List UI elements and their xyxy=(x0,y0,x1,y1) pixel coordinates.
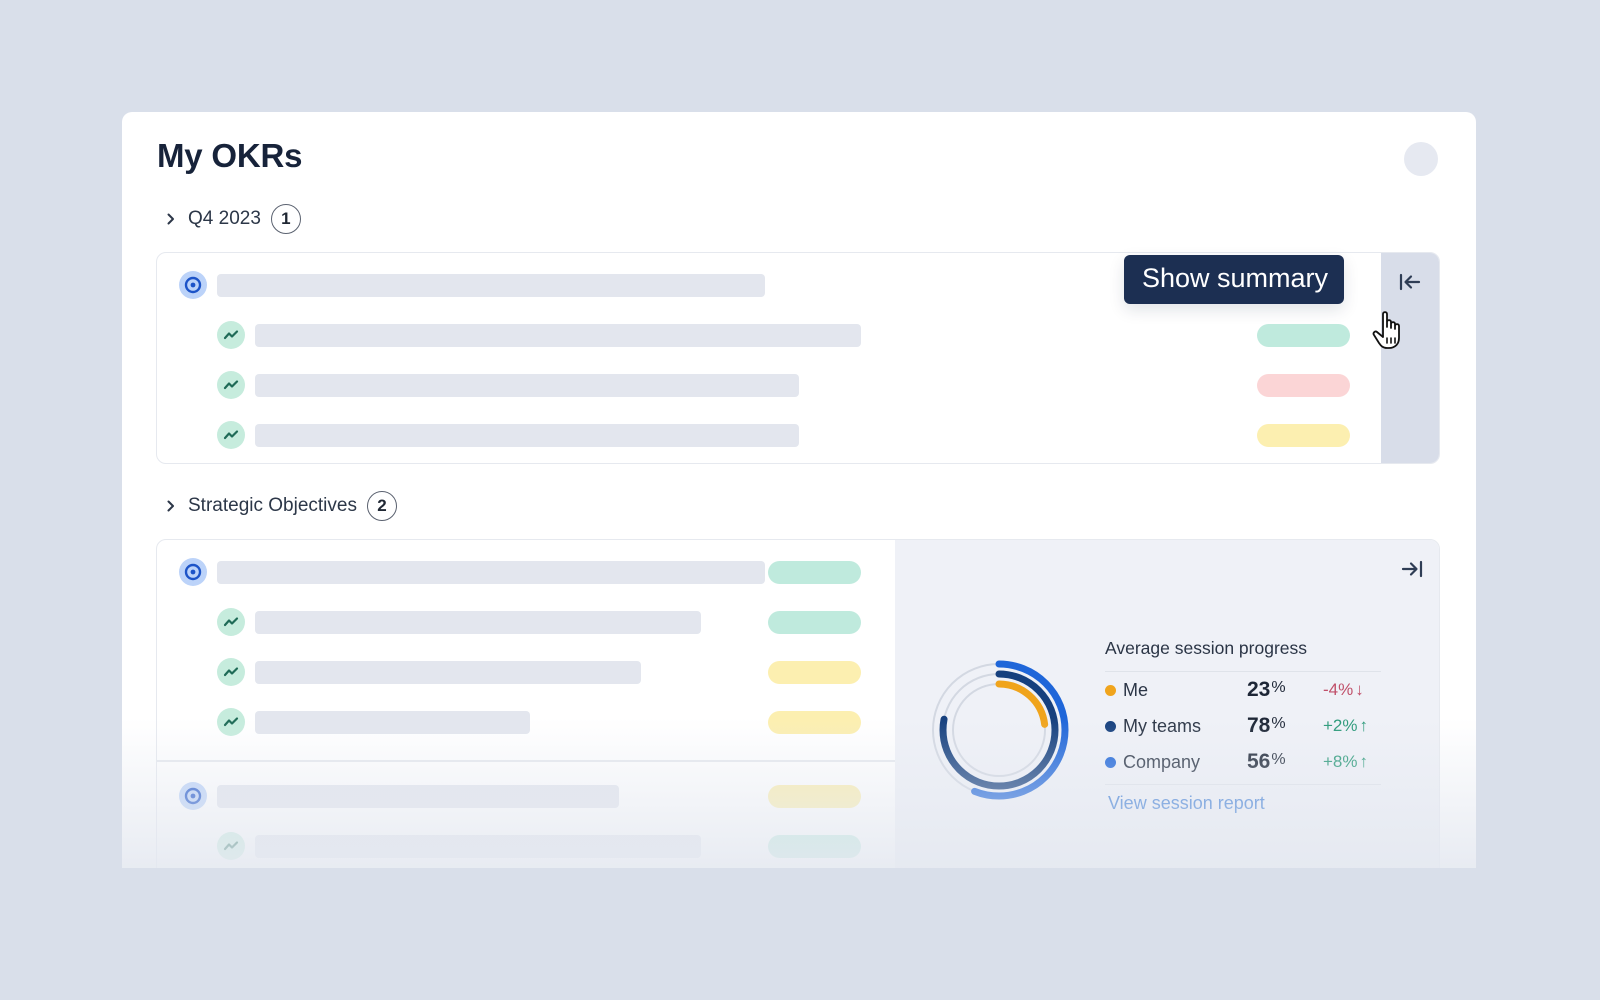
show-summary-button[interactable] xyxy=(1395,267,1425,297)
trend-icon xyxy=(217,658,245,686)
stat-delta: +2% ↑ xyxy=(1323,716,1369,735)
stat-row-me: Me 23% -4% ↓ xyxy=(1105,672,1381,708)
trend-icon xyxy=(217,832,245,860)
status-pill-at-risk xyxy=(768,711,861,734)
stat-row-company: Company 56% +8% ↑ xyxy=(1105,744,1381,780)
objective-title-placeholder xyxy=(217,274,765,297)
group-name: Q4 2023 xyxy=(188,208,261,229)
stat-label: My teams xyxy=(1123,715,1202,736)
summary-title: Average session progress xyxy=(1105,638,1381,672)
key-result-title-placeholder xyxy=(255,611,701,634)
count-badge: 1 xyxy=(270,204,301,234)
key-result-title-placeholder xyxy=(255,661,641,684)
progress-donut-chart xyxy=(929,660,1069,800)
trend-icon xyxy=(217,708,245,736)
arrow-up-icon: ↑ xyxy=(1359,752,1369,771)
key-result-title-placeholder xyxy=(255,835,701,858)
objective-title-placeholder xyxy=(217,561,765,584)
stat-row-my-teams: My teams 78% +2% ↑ xyxy=(1105,708,1381,744)
group-name: Strategic Objectives xyxy=(188,495,357,516)
key-result-row[interactable] xyxy=(157,319,1439,349)
arrow-left-to-bar-icon xyxy=(1399,273,1421,291)
legend-dot xyxy=(1105,756,1116,768)
stat-delta: -4% ↓ xyxy=(1323,680,1364,699)
hide-summary-button[interactable] xyxy=(1397,554,1427,584)
avatar[interactable] xyxy=(1404,142,1438,176)
status-pill-at-risk xyxy=(1257,424,1350,447)
status-pill-on-track xyxy=(768,835,861,858)
chevron-right-icon xyxy=(167,213,174,225)
key-result-title-placeholder xyxy=(255,374,799,397)
group-header-strategic-objectives[interactable]: Strategic Objectives 2 xyxy=(164,491,397,521)
target-icon xyxy=(179,782,207,810)
count-badge: 2 xyxy=(366,491,397,521)
chevron-right-icon xyxy=(167,500,174,512)
status-pill-off-track xyxy=(1257,374,1350,397)
stat-delta: +8% ↑ xyxy=(1323,752,1369,771)
group-header-q4-2023[interactable]: Q4 2023 1 xyxy=(164,204,301,234)
trend-icon xyxy=(217,421,245,449)
objective-divider xyxy=(157,760,895,762)
target-icon xyxy=(179,271,207,299)
status-pill-at-risk xyxy=(768,785,861,808)
stat-value: 56% xyxy=(1247,750,1286,773)
page-title: My OKRs xyxy=(157,137,303,174)
key-result-row[interactable] xyxy=(157,369,1439,399)
hand-pointer-cursor-icon xyxy=(1372,311,1400,349)
key-result-title-placeholder xyxy=(255,424,799,447)
summary-panel: Average session progress Me 23% -4% ↓ My … xyxy=(895,540,1439,868)
trend-icon xyxy=(217,608,245,636)
summary-stats: Average session progress Me 23% -4% ↓ My … xyxy=(1105,638,1381,814)
status-pill-on-track xyxy=(1257,324,1350,347)
arrow-down-icon: ↓ xyxy=(1355,680,1364,699)
arrow-right-to-bar-icon xyxy=(1401,560,1423,578)
key-result-title-placeholder xyxy=(255,324,861,347)
legend-dot xyxy=(1105,720,1116,732)
legend-dot xyxy=(1105,684,1116,696)
status-pill-on-track xyxy=(768,561,861,584)
show-summary-tooltip: Show summary xyxy=(1124,255,1345,304)
view-session-report-link[interactable]: View session report xyxy=(1108,793,1265,814)
stat-value: 78% xyxy=(1247,714,1286,737)
trend-icon xyxy=(217,371,245,399)
summary-collapsed-strip[interactable] xyxy=(1381,253,1439,463)
objective-title-placeholder xyxy=(217,785,619,808)
status-pill-at-risk xyxy=(768,661,861,684)
key-result-row[interactable] xyxy=(157,419,1439,449)
status-pill-on-track xyxy=(768,611,861,634)
stat-label: Me xyxy=(1123,679,1149,700)
arrow-up-icon: ↑ xyxy=(1359,716,1369,735)
okr-card: My OKRs Q4 2023 1 Show summary Strategic… xyxy=(122,112,1476,868)
trend-icon xyxy=(217,321,245,349)
key-result-title-placeholder xyxy=(255,711,530,734)
stats-divider xyxy=(1105,784,1381,785)
stat-value: 23% xyxy=(1247,678,1286,701)
target-icon xyxy=(179,558,207,586)
stat-label: Company xyxy=(1123,751,1201,772)
okr-group-strategic-objectives: Average session progress Me 23% -4% ↓ My … xyxy=(156,539,1440,868)
